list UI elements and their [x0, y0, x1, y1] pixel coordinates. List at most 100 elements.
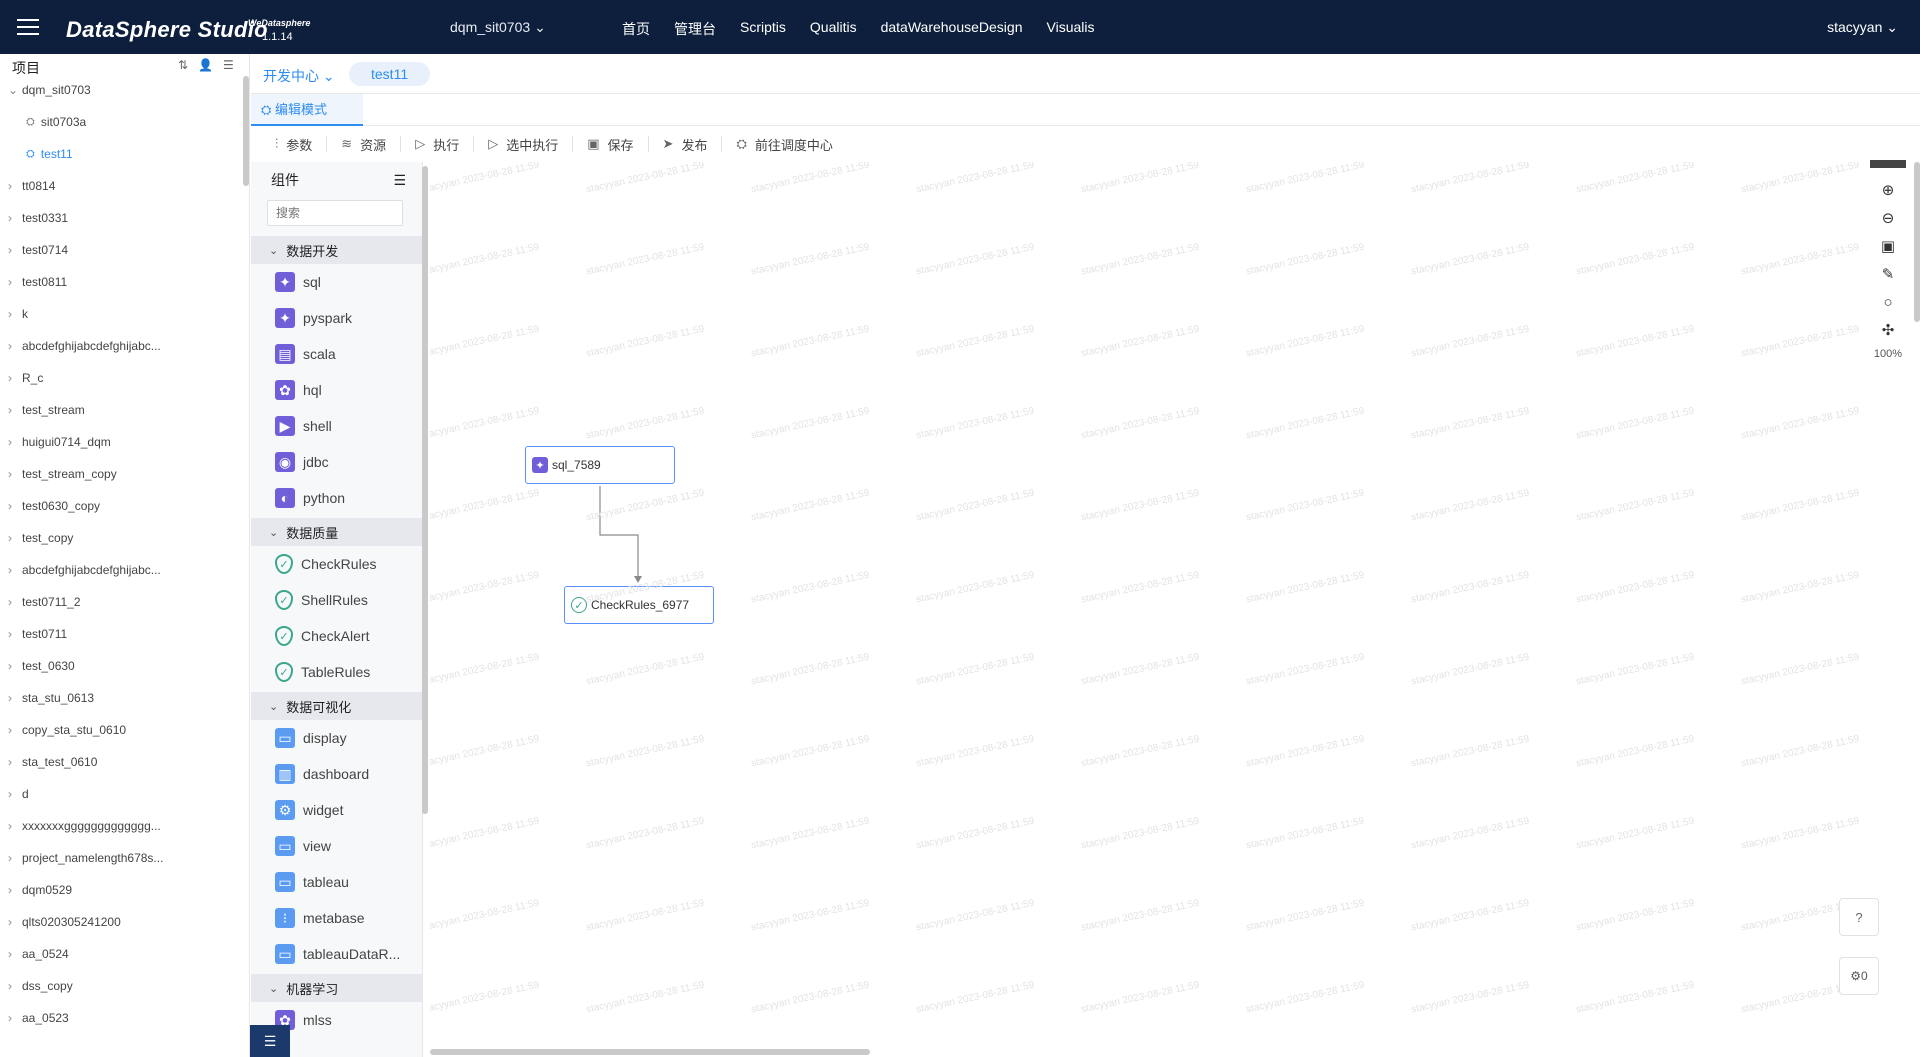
chevron-right-icon[interactable]: ›	[8, 403, 22, 417]
component-category[interactable]: ⌄ 数据可视化	[251, 692, 422, 720]
project-tree-item[interactable]: › test0811	[0, 266, 240, 298]
chevron-right-icon[interactable]: ›	[8, 1011, 22, 1025]
project-tree-item[interactable]: › dss_copy	[0, 970, 240, 1002]
chevron-right-icon[interactable]: ›	[8, 435, 22, 449]
zoom-in-icon[interactable]: ⊕	[1876, 176, 1900, 204]
component-item[interactable]: ✦ sql	[251, 264, 422, 300]
toggle-icon[interactable]: ○	[1876, 288, 1900, 316]
flow-node-checkrules[interactable]: ✓ CheckRules_6977	[564, 586, 714, 624]
workflow-tree-item[interactable]: ⛭ test11	[0, 138, 240, 170]
project-tree-item[interactable]: › abcdefghijabcdefghijabc...	[0, 554, 240, 586]
chevron-down-icon[interactable]: ⌄	[8, 83, 22, 97]
run-selected-button[interactable]: ▷ 选中执行	[474, 136, 574, 153]
save-button[interactable]: ▣ 保存	[573, 136, 649, 153]
component-item[interactable]: ✓ CheckAlert	[251, 618, 422, 654]
brush-icon[interactable]: ✎	[1876, 260, 1900, 288]
chevron-right-icon[interactable]: ›	[8, 787, 22, 801]
component-item[interactable]: ▭ view	[251, 828, 422, 864]
run-button[interactable]: ▷ 执行	[401, 136, 475, 153]
component-item[interactable]: ◉ jdbc	[251, 444, 422, 480]
chevron-right-icon[interactable]: ›	[8, 275, 22, 289]
chevron-right-icon[interactable]: ›	[8, 371, 22, 385]
params-button[interactable]: ⫶ 参数	[261, 136, 328, 153]
chevron-right-icon[interactable]: ›	[8, 595, 22, 609]
component-category[interactable]: ⌄ 数据开发	[251, 236, 422, 264]
nav-admin[interactable]: 管理台	[674, 19, 716, 39]
chevron-right-icon[interactable]: ›	[8, 179, 22, 193]
project-tree-item[interactable]: › test0630_copy	[0, 490, 240, 522]
project-tree-item[interactable]: › aa_0523	[0, 1002, 240, 1034]
project-tree-item[interactable]: › test0331	[0, 202, 240, 234]
component-item[interactable]: ⚙ widget	[251, 792, 422, 828]
component-search-input[interactable]	[267, 200, 403, 226]
flow-node-sql[interactable]: ✦ sql_7589	[525, 446, 675, 484]
project-tree-item[interactable]: › test_stream_copy	[0, 458, 240, 490]
chevron-right-icon[interactable]: ›	[8, 883, 22, 897]
collapse-panel-icon[interactable]: ☰	[393, 172, 406, 189]
project-tree-item[interactable]: › test_copy	[0, 522, 240, 554]
collapse-panel-icon[interactable]: ☰	[223, 58, 234, 72]
component-item[interactable]: ▭ tableauDataR...	[251, 936, 422, 972]
component-panel-scrollbar[interactable]	[422, 166, 428, 814]
expand-menu-button[interactable]: ☰	[250, 1025, 290, 1057]
hamburger-menu-icon[interactable]	[14, 14, 42, 40]
canvas-horizontal-scrollbar[interactable]	[430, 1049, 870, 1055]
chevron-right-icon[interactable]: ›	[8, 531, 22, 545]
publish-button[interactable]: ➤ 发布	[649, 136, 723, 153]
nav-scriptis[interactable]: Scriptis	[740, 19, 786, 39]
chevron-right-icon[interactable]: ›	[8, 339, 22, 353]
project-tree-item[interactable]: › abcdefghijabcdefghijabc...	[0, 330, 240, 362]
layout-icon[interactable]: ✣	[1876, 316, 1900, 344]
sort-icon[interactable]: ⇅	[178, 58, 188, 72]
project-tree-item[interactable]: › k	[0, 298, 240, 330]
scheduler-button[interactable]: ⛭ 前往调度中心	[722, 136, 846, 153]
component-item[interactable]: ⁝ metabase	[251, 900, 422, 936]
nav-qualitis[interactable]: Qualitis	[810, 19, 857, 39]
component-item[interactable]: ✓ CheckRules	[251, 546, 422, 582]
chevron-right-icon[interactable]: ›	[8, 819, 22, 833]
project-tree-item[interactable]: › copy_sta_stu_0610	[0, 714, 240, 746]
chevron-right-icon[interactable]: ›	[8, 243, 22, 257]
project-tree-item[interactable]: › huigui0714_dqm	[0, 426, 240, 458]
component-item[interactable]: ✓ TableRules	[251, 654, 422, 690]
project-tree-item[interactable]: › xxxxxxxggggggggggggg...	[0, 810, 240, 842]
workflow-tree-item[interactable]: ⛭ sit0703a	[0, 106, 240, 138]
component-category[interactable]: ⌄ 数据质量	[251, 518, 422, 546]
help-button[interactable]: ?	[1839, 898, 1879, 936]
project-tree-item[interactable]: › test0714	[0, 234, 240, 266]
user-menu[interactable]: stacyyan ⌄	[1827, 19, 1898, 36]
chevron-right-icon[interactable]: ›	[8, 851, 22, 865]
component-item[interactable]: ▭ display	[251, 720, 422, 756]
component-category[interactable]: ⌄ 机器学习	[251, 974, 422, 1002]
project-tree-item[interactable]: › sta_test_0610	[0, 746, 240, 778]
project-tree-item[interactable]: › tt0814	[0, 170, 240, 202]
resources-button[interactable]: ≋ 资源	[327, 136, 402, 153]
project-tree-item[interactable]: › dqm0529	[0, 874, 240, 906]
nav-visualis[interactable]: Visualis	[1047, 19, 1095, 39]
project-tree-item[interactable]: › d	[0, 778, 240, 810]
component-item[interactable]: ▶ shell	[251, 408, 422, 444]
chevron-right-icon[interactable]: ›	[8, 979, 22, 993]
node-counter-button[interactable]: ⚙ 0	[1839, 957, 1879, 995]
nav-dwdesign[interactable]: dataWarehouseDesign	[881, 19, 1023, 39]
project-tree-item[interactable]: › project_namelength678s...	[0, 842, 240, 874]
edit-mode-tab[interactable]: ⛭ 编辑模式	[251, 94, 363, 126]
nav-home[interactable]: 首页	[622, 19, 650, 39]
dev-center-dropdown[interactable]: 开发中心 ⌄	[263, 66, 335, 86]
project-tree-item[interactable]: › test0711_2	[0, 586, 240, 618]
workspace-selector[interactable]: dqm_sit0703 ⌄	[450, 19, 546, 36]
project-tree-item[interactable]: › test_0630	[0, 650, 240, 682]
chevron-right-icon[interactable]: ›	[8, 723, 22, 737]
component-item[interactable]: ▤ scala	[251, 336, 422, 372]
project-tree-item[interactable]: › R_c	[0, 362, 240, 394]
chevron-right-icon[interactable]: ›	[8, 915, 22, 929]
fullscreen-icon[interactable]: ▣	[1876, 232, 1900, 260]
chevron-right-icon[interactable]: ›	[8, 467, 22, 481]
workflow-canvas[interactable]: ✦ sql_7589 ✓ CheckRules_6977 stacyyan 20…	[430, 162, 1920, 1057]
tab-test11[interactable]: test11	[349, 62, 431, 86]
chevron-right-icon[interactable]: ›	[8, 691, 22, 705]
zoom-out-icon[interactable]: ⊖	[1876, 204, 1900, 232]
chevron-right-icon[interactable]: ›	[8, 307, 22, 321]
chevron-right-icon[interactable]: ›	[8, 211, 22, 225]
project-tree-item[interactable]: › test_stream	[0, 394, 240, 426]
